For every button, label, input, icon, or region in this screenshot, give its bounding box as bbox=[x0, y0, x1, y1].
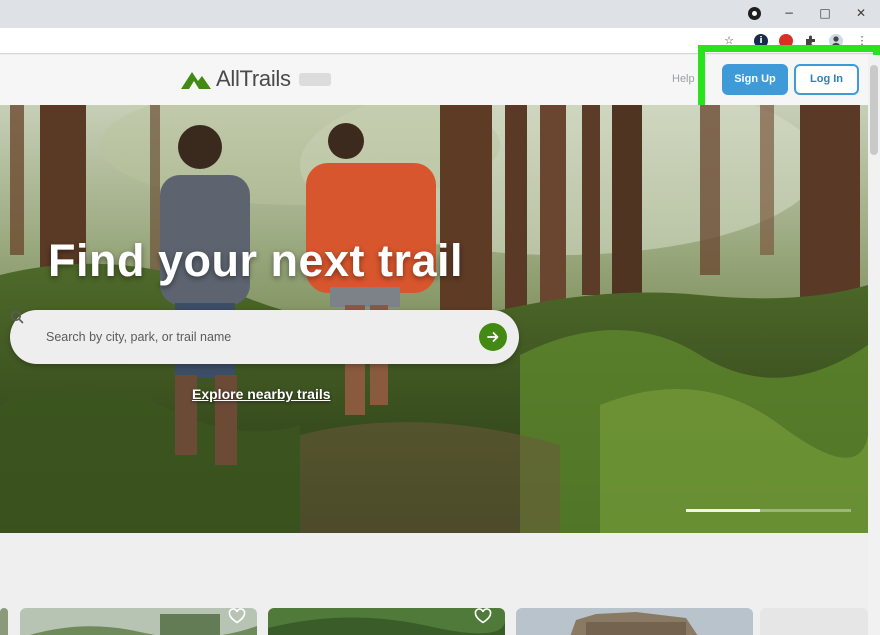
log-in-button[interactable]: Log In bbox=[794, 64, 859, 95]
trail-card[interactable] bbox=[20, 608, 257, 635]
logo-badge bbox=[298, 72, 331, 86]
search-input[interactable] bbox=[46, 322, 466, 352]
sign-up-button[interactable]: Sign Up bbox=[722, 64, 788, 95]
browser-titlebar: − □ ✕ bbox=[0, 0, 880, 28]
trail-card-image bbox=[268, 608, 505, 635]
mountain-logo-icon bbox=[181, 72, 211, 89]
scrollbar-thumb[interactable] bbox=[870, 65, 878, 155]
carousel-progress-fill bbox=[686, 509, 761, 512]
trail-search-bar[interactable] bbox=[10, 310, 519, 364]
search-icon bbox=[11, 311, 24, 324]
help-link[interactable]: Help bbox=[672, 73, 695, 85]
trail-cards-row bbox=[0, 533, 868, 635]
close-window-button[interactable]: ✕ bbox=[852, 5, 870, 21]
hero-section: Find your next trail Explore nearby trai… bbox=[0, 105, 868, 533]
trail-card-image bbox=[20, 608, 257, 635]
carousel-progress bbox=[686, 509, 851, 512]
recording-indicator-icon[interactable] bbox=[748, 7, 761, 20]
alltrails-logo[interactable]: AllTrails bbox=[180, 65, 331, 93]
trail-card-partial[interactable] bbox=[760, 608, 868, 635]
maximize-button[interactable]: □ bbox=[816, 5, 834, 21]
trail-card-image bbox=[516, 608, 753, 635]
trail-card[interactable] bbox=[268, 608, 505, 635]
logo-text: AllTrails bbox=[216, 66, 291, 91]
trail-card[interactable] bbox=[516, 608, 753, 635]
search-submit-button[interactable] bbox=[479, 323, 507, 351]
heart-icon[interactable] bbox=[474, 608, 492, 624]
hero-title: Find your next trail bbox=[48, 235, 464, 286]
minimize-button[interactable]: − bbox=[780, 5, 798, 21]
trail-card-partial[interactable] bbox=[0, 608, 8, 635]
arrow-right-icon bbox=[487, 332, 499, 342]
explore-nearby-link[interactable]: Explore nearby trails bbox=[192, 386, 331, 402]
page-scrollbar[interactable] bbox=[868, 55, 880, 635]
screenshot-root: − □ ✕ ☆ i ⋮ AllTrails Help Sign Up Log I… bbox=[0, 0, 880, 635]
heart-icon[interactable] bbox=[228, 608, 246, 624]
